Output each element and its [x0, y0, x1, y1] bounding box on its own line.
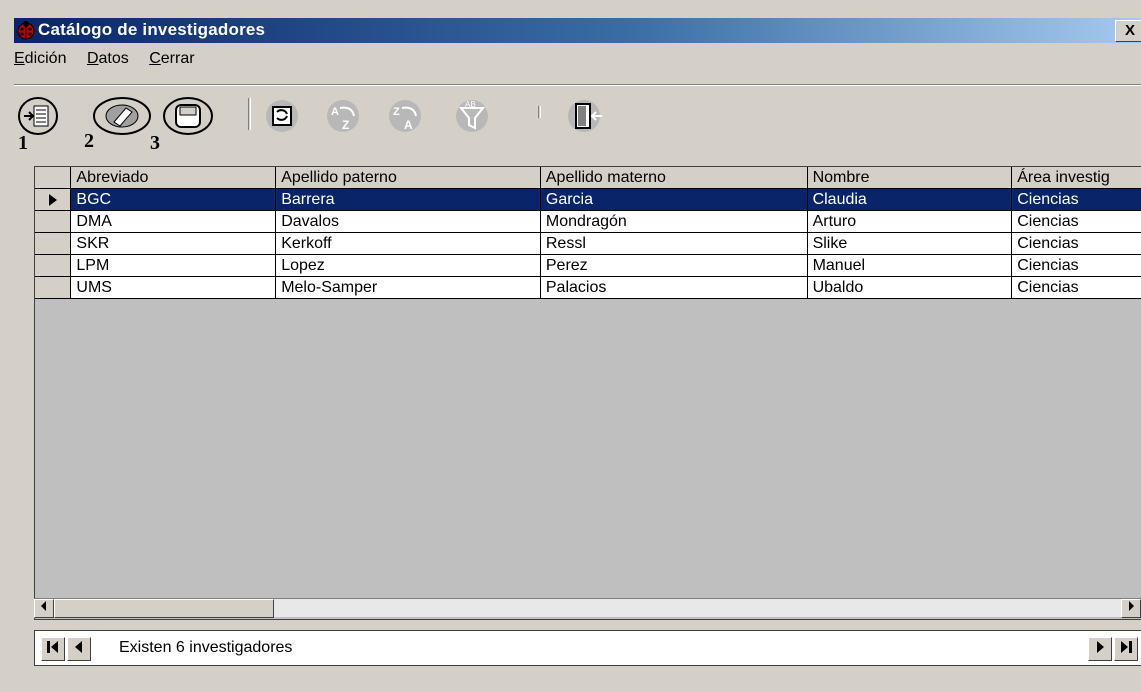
cell-apellido-materno[interactable]: Mondragón	[540, 210, 808, 233]
row-indicator-header	[35, 167, 72, 189]
svg-text:A: A	[331, 106, 339, 118]
row-indicator	[35, 254, 72, 277]
menu-edicion[interactable]: Edición	[14, 50, 66, 67]
cell-abreviado[interactable]: UMS	[70, 276, 277, 299]
column-header-apellido-materno[interactable]: Apellido materno	[540, 167, 808, 189]
callout-number-2: 2	[84, 130, 94, 152]
new-record-button[interactable]	[18, 96, 58, 136]
horizontal-scrollbar[interactable]	[34, 598, 1141, 618]
toolbar-divider-small	[538, 106, 541, 118]
cell-area[interactable]: Ciencias	[1011, 276, 1141, 299]
cell-area[interactable]: Ciencias	[1011, 232, 1141, 255]
record-navigator: Existen 6 investigadores	[34, 630, 1141, 666]
scroll-left-button[interactable]	[34, 599, 54, 618]
table-row[interactable]: DMA Davalos Mondragón Arturo Ciencias	[35, 210, 1141, 233]
cell-area[interactable]: Ciencias	[1011, 210, 1141, 233]
sort-az-button[interactable]: AZ	[322, 98, 364, 134]
cell-nombre[interactable]: Arturo	[807, 210, 1013, 233]
title-bar: Catálogo de investigadores X	[14, 18, 1141, 43]
cell-apellido-paterno[interactable]: Kerkoff	[275, 232, 541, 255]
filter-icon: AB	[456, 100, 488, 132]
scrollbar-thumb[interactable]	[54, 599, 274, 618]
menu-datos[interactable]: Datos	[87, 50, 129, 67]
investigators-grid[interactable]: Abreviado Apellido paterno Apellido mate…	[34, 166, 1141, 620]
last-record-button[interactable]	[1114, 637, 1138, 661]
add-record-icon	[18, 97, 58, 135]
row-indicator	[35, 232, 72, 255]
cell-nombre[interactable]: Manuel	[807, 254, 1013, 277]
floppy-disk-icon	[163, 97, 213, 135]
first-record-button[interactable]	[41, 637, 65, 661]
cell-apellido-paterno[interactable]: Lopez	[275, 254, 541, 277]
cell-nombre[interactable]: Claudia	[807, 188, 1013, 211]
cell-area[interactable]: Ciencias	[1011, 254, 1141, 277]
previous-record-icon	[75, 641, 82, 653]
ladybug-app-icon	[16, 20, 36, 40]
cell-area[interactable]: Ciencias	[1011, 188, 1141, 211]
save-button[interactable]	[162, 96, 214, 136]
cell-apellido-paterno[interactable]: Barrera	[275, 188, 541, 211]
column-header-nombre[interactable]: Nombre	[807, 167, 1013, 189]
refresh-button[interactable]	[264, 98, 300, 134]
table-row[interactable]: UMS Melo-Samper Palacios Ubaldo Ciencias	[35, 276, 1141, 299]
menu-cerrar[interactable]: Cerrar	[149, 50, 194, 67]
exit-button[interactable]	[566, 98, 606, 134]
menu-bar: Edición Datos Cerrar	[14, 50, 211, 74]
sort-za-icon: ZA	[389, 100, 421, 132]
status-text: Existen 6 investigadores	[119, 639, 293, 656]
cell-apellido-materno[interactable]: Palacios	[540, 276, 808, 299]
eraser-icon	[93, 97, 151, 135]
exit-door-icon	[568, 100, 602, 132]
first-record-icon	[47, 641, 58, 653]
cell-apellido-materno[interactable]: Garcia	[540, 188, 808, 211]
table-row[interactable]: SKR Kerkoff Ressl Slike Ciencias	[35, 232, 1141, 255]
next-record-button[interactable]	[1088, 637, 1112, 661]
column-header-abreviado[interactable]: Abreviado	[70, 167, 277, 189]
toolbar-divider	[248, 98, 251, 130]
previous-record-button[interactable]	[67, 637, 91, 661]
cell-apellido-materno[interactable]: Perez	[540, 254, 808, 277]
menu-separator	[14, 84, 1141, 86]
cell-abreviado[interactable]: SKR	[70, 232, 277, 255]
svg-text:Z: Z	[393, 106, 400, 118]
toolbar: 1 2 3 AZ ZA AB	[14, 92, 1141, 154]
last-record-icon	[1121, 641, 1132, 653]
table-row[interactable]: LPM Lopez Perez Manuel Ciencias	[35, 254, 1141, 277]
row-indicator	[35, 188, 72, 211]
data-table: Abreviado Apellido paterno Apellido mate…	[35, 167, 1141, 299]
arrow-right-icon	[1129, 601, 1134, 611]
current-row-arrow-icon	[49, 193, 57, 206]
callout-number-3: 3	[150, 132, 160, 154]
row-indicator	[35, 210, 72, 233]
next-record-icon	[1097, 641, 1104, 653]
table-row[interactable]: BGC Barrera Garcia Claudia Ciencias	[35, 188, 1141, 211]
close-button[interactable]: X	[1115, 20, 1141, 42]
callout-number-1: 1	[18, 132, 28, 154]
sort-za-button[interactable]: ZA	[384, 98, 426, 134]
cell-abreviado[interactable]: LPM	[70, 254, 277, 277]
column-header-apellido-paterno[interactable]: Apellido paterno	[275, 167, 541, 189]
svg-text:Z: Z	[342, 118, 349, 132]
cell-nombre[interactable]: Slike	[807, 232, 1013, 255]
svg-text:A: A	[404, 118, 413, 132]
row-indicator	[35, 276, 72, 299]
cell-nombre[interactable]: Ubaldo	[807, 276, 1013, 299]
arrow-left-icon	[41, 601, 46, 611]
cell-apellido-materno[interactable]: Ressl	[540, 232, 808, 255]
filter-button[interactable]: AB	[452, 98, 492, 134]
column-header-area[interactable]: Área investig	[1011, 167, 1141, 189]
cell-apellido-paterno[interactable]: Davalos	[275, 210, 541, 233]
erase-button[interactable]	[92, 96, 152, 136]
cell-apellido-paterno[interactable]: Melo-Samper	[275, 276, 541, 299]
table-header-row: Abreviado Apellido paterno Apellido mate…	[35, 167, 1141, 189]
scroll-right-button[interactable]	[1121, 599, 1141, 618]
cell-abreviado[interactable]: DMA	[70, 210, 277, 233]
svg-text:AB: AB	[465, 100, 476, 109]
cell-abreviado[interactable]: BGC	[70, 188, 277, 211]
refresh-icon	[266, 100, 298, 132]
window-title: Catálogo de investigadores	[38, 20, 266, 39]
sort-az-icon: AZ	[327, 100, 359, 132]
